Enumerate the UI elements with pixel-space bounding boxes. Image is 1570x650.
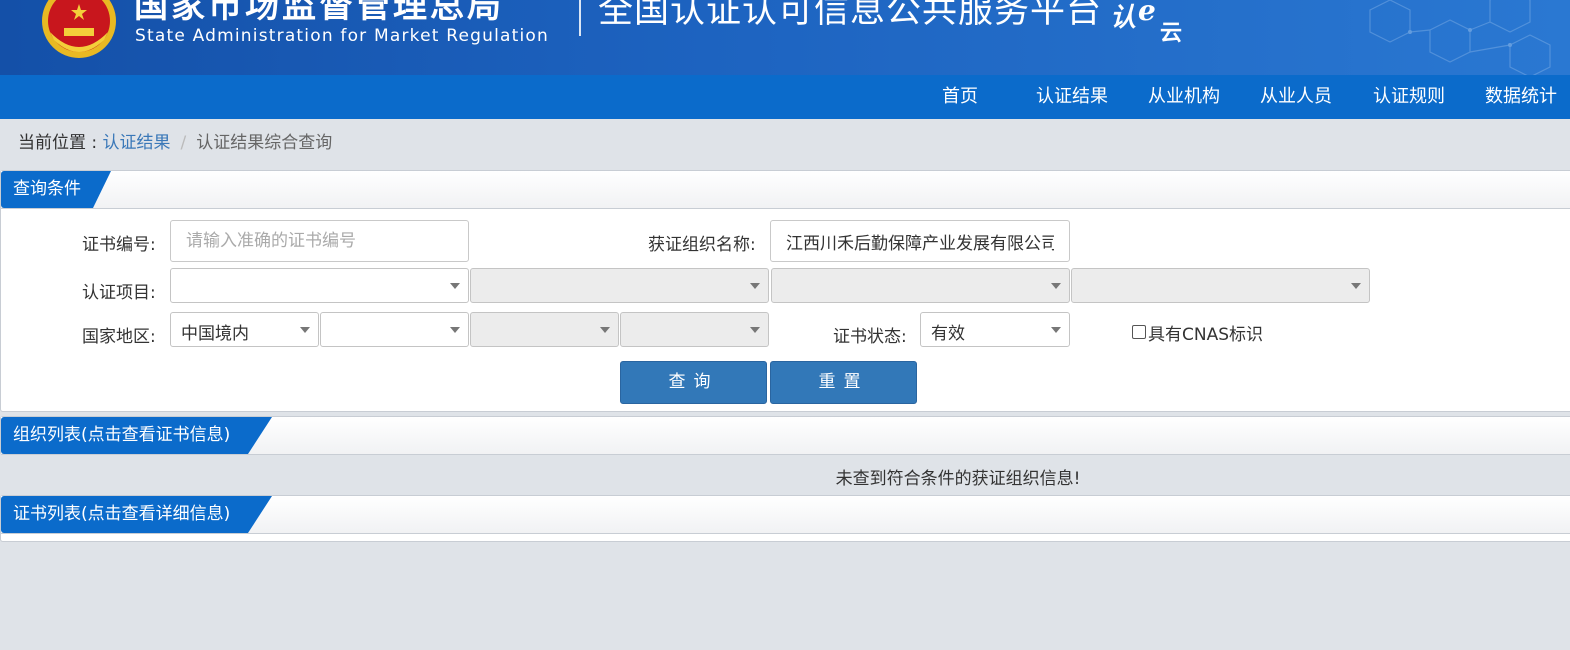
renyiyun-logo: 认 e 云 <box>1110 0 1182 46</box>
status-select-value: 有效 <box>931 324 965 344</box>
status-select[interactable]: 有效 <box>920 312 1070 347</box>
platform-title: 全国认证认可信息公共服务平台 <box>598 0 1103 31</box>
org-name-input[interactable] <box>770 220 1070 262</box>
nav-item-statistics[interactable]: 数据统计 <box>1485 75 1557 119</box>
region-select-district <box>620 312 769 347</box>
org-list-panel: 组织列表(点击查看证书信息) <box>0 416 1570 455</box>
cert-list-panel: 证书列表(点击查看详细信息) <box>0 495 1570 542</box>
svg-text:云: 云 <box>1160 21 1182 46</box>
nav-item-rules[interactable]: 认证规则 <box>1373 75 1445 119</box>
site-header: 国家市场监督管理总局 State Administration for Mark… <box>0 0 1570 75</box>
status-label: 证书状态: <box>833 327 907 347</box>
cert-list-panel-title: 证书列表(点击查看详细信息) <box>1 496 272 533</box>
nav-item-personnel[interactable]: 从业人员 <box>1260 75 1332 119</box>
org-list-panel-header: 组织列表(点击查看证书信息) <box>1 417 1570 455</box>
chevron-down-icon <box>1051 283 1061 289</box>
cert-item-select-level2 <box>470 268 769 303</box>
chevron-down-icon <box>600 327 610 333</box>
cert-no-label: 证书编号: <box>82 235 156 255</box>
nav-item-institutions[interactable]: 从业机构 <box>1148 75 1220 119</box>
breadcrumb-link-cert-results[interactable]: 认证结果 <box>103 133 171 153</box>
chevron-down-icon <box>450 283 460 289</box>
org-list-empty-message: 未查到符合条件的获证组织信息! <box>0 464 1570 489</box>
cert-item-select-level4 <box>1071 268 1370 303</box>
nav-item-home[interactable]: 首页 <box>942 75 978 119</box>
chevron-down-icon <box>750 283 760 289</box>
chevron-down-icon <box>450 327 460 333</box>
query-panel-header: 查询条件 <box>1 171 1570 209</box>
agency-name-cn: 国家市场监督管理总局 <box>134 0 504 26</box>
checkbox-icon[interactable] <box>1132 325 1146 339</box>
nav-item-cert-results[interactable]: 认证结果 <box>1036 75 1108 119</box>
search-button[interactable]: 查询 <box>620 361 767 404</box>
breadcrumb: 当前位置 : 认证结果 / 认证结果综合查询 <box>18 128 332 153</box>
chevron-down-icon <box>1351 283 1361 289</box>
region-select-city <box>470 312 619 347</box>
svg-text:e: e <box>1138 0 1156 27</box>
cert-item-label: 认证项目: <box>82 283 156 303</box>
national-emblem-icon <box>42 0 116 58</box>
breadcrumb-prefix: 当前位置 : <box>18 133 103 153</box>
chevron-down-icon <box>750 327 760 333</box>
chevron-down-icon <box>300 327 310 333</box>
region-label: 国家地区: <box>82 327 156 347</box>
org-list-panel-title: 组织列表(点击查看证书信息) <box>1 417 272 454</box>
org-name-label: 获证组织名称: <box>648 235 756 255</box>
region-select-value: 中国境内 <box>181 324 249 344</box>
empty-message-text: 未查到符合条件的获证组织信息! <box>835 469 1081 489</box>
query-panel-title: 查询条件 <box>1 171 111 208</box>
cnas-checkbox[interactable]: 具有CNAS标识 <box>1132 320 1263 345</box>
cert-item-select-level1[interactable] <box>170 268 469 303</box>
cert-no-input[interactable] <box>170 220 469 262</box>
cnas-checkbox-label: 具有CNAS标识 <box>1148 325 1264 345</box>
reset-button[interactable]: 重置 <box>770 361 917 404</box>
cert-list-panel-header: 证书列表(点击查看详细信息) <box>1 496 1570 534</box>
breadcrumb-current: 认证结果综合查询 <box>196 133 333 153</box>
svg-text:认: 认 <box>1110 3 1136 33</box>
chevron-down-icon <box>1051 327 1061 333</box>
header-divider <box>579 0 581 36</box>
hexagon-pattern-decoration <box>1369 0 1551 75</box>
region-select-province[interactable] <box>320 312 469 347</box>
cert-item-select-level3 <box>771 268 1070 303</box>
agency-name-en: State Administration for Market Regulati… <box>135 26 549 46</box>
region-select-country[interactable]: 中国境内 <box>170 312 319 347</box>
main-nav: 首页 认证结果 从业机构 从业人员 认证规则 数据统计 <box>0 75 1570 119</box>
breadcrumb-separator: / <box>180 133 187 153</box>
